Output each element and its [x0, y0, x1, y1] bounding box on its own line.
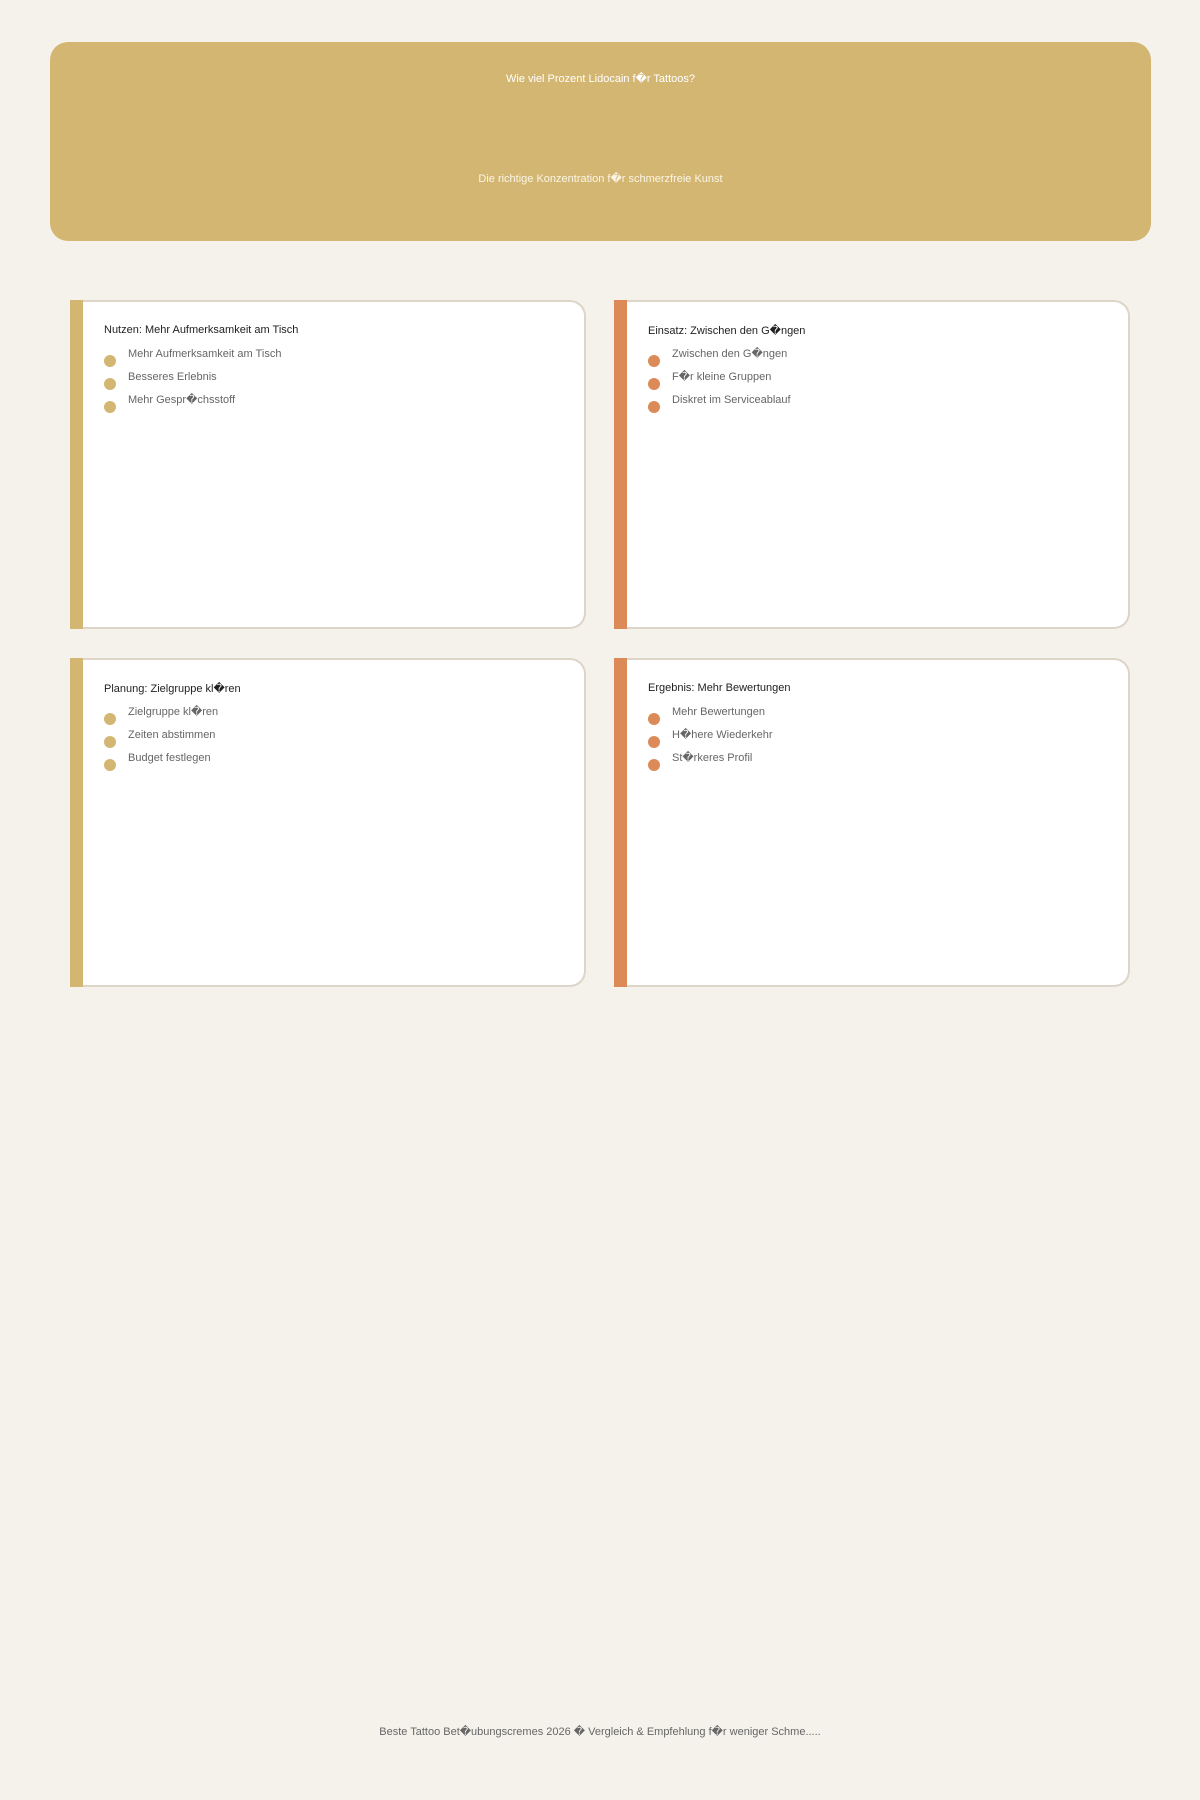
list-item: Budget festlegen — [104, 752, 218, 775]
list-item-label: Mehr Aufmerksamkeit am Tisch — [128, 348, 282, 360]
bullet-dot-icon — [104, 713, 116, 725]
bullet-dot-icon — [648, 759, 660, 771]
card-einsatz: Einsatz: Zwischen den G�ngen Zwischen de… — [614, 300, 1130, 629]
card-accent-bar — [614, 658, 627, 987]
list-item: Mehr Aufmerksamkeit am Tisch — [104, 348, 281, 371]
footer-text: Beste Tattoo Bet�ubungscremes 2026 � Ver… — [379, 1726, 821, 1738]
list-item: Mehr Bewertungen — [648, 706, 773, 729]
bullet-dot-icon — [104, 401, 116, 413]
bullet-dot-icon — [104, 378, 116, 390]
card-accent-bar — [70, 300, 83, 629]
card-list: Mehr Bewertungen H�here Wiederkehr St�rk… — [648, 706, 773, 775]
bullet-dot-icon — [104, 355, 116, 367]
card-nutzen: Nutzen: Mehr Aufmerksamkeit am Tisch Meh… — [70, 300, 586, 629]
list-item: H�here Wiederkehr — [648, 729, 773, 752]
card-list: Zielgruppe kl�ren Zeiten abstimmen Budge… — [104, 706, 218, 775]
list-item-label: Zwischen den G�ngen — [672, 348, 788, 360]
hero-subtitle: Die richtige Konzentration f�r schmerzfr… — [478, 173, 723, 185]
list-item-label: Besseres Erlebnis — [128, 371, 217, 383]
list-item: Besseres Erlebnis — [104, 371, 281, 394]
list-item: Zielgruppe kl�ren — [104, 706, 218, 729]
list-item-label: H�here Wiederkehr — [672, 729, 773, 741]
list-item-label: Diskret im Serviceablauf — [672, 394, 791, 406]
list-item: Diskret im Serviceablauf — [648, 394, 791, 417]
list-item: Zeiten abstimmen — [104, 729, 218, 752]
bullet-dot-icon — [648, 736, 660, 748]
card-accent-bar — [70, 658, 83, 987]
list-item-label: Budget festlegen — [128, 752, 211, 764]
card-title: Einsatz: Zwischen den G�ngen — [648, 325, 806, 337]
list-item-label: St�rkeres Profil — [672, 752, 753, 764]
bullet-dot-icon — [648, 378, 660, 390]
bullet-dot-icon — [648, 355, 660, 367]
list-item: St�rkeres Profil — [648, 752, 773, 775]
bullet-dot-icon — [104, 759, 116, 771]
hero-banner: Wie viel Prozent Lidocain f�r Tattoos? D… — [50, 42, 1151, 241]
card-title: Ergebnis: Mehr Bewertungen — [648, 682, 791, 694]
card-ergebnis: Ergebnis: Mehr Bewertungen Mehr Bewertun… — [614, 658, 1130, 987]
card-title: Nutzen: Mehr Aufmerksamkeit am Tisch — [104, 324, 299, 336]
list-item-label: Zeiten abstimmen — [128, 729, 216, 741]
list-item-label: Mehr Bewertungen — [672, 706, 765, 718]
list-item-label: Zielgruppe kl�ren — [128, 706, 219, 718]
list-item: F�r kleine Gruppen — [648, 371, 791, 394]
card-accent-bar — [614, 300, 627, 629]
list-item: Mehr Gespr�chsstoff — [104, 394, 281, 417]
card-list: Mehr Aufmerksamkeit am Tisch Besseres Er… — [104, 348, 281, 417]
hero-title: Wie viel Prozent Lidocain f�r Tattoos? — [506, 73, 695, 85]
bullet-dot-icon — [104, 736, 116, 748]
list-item-label: F�r kleine Gruppen — [672, 371, 772, 383]
bullet-dot-icon — [648, 713, 660, 725]
list-item: Zwischen den G�ngen — [648, 348, 791, 371]
card-title: Planung: Zielgruppe kl�ren — [104, 683, 241, 695]
bullet-dot-icon — [648, 401, 660, 413]
card-list: Zwischen den G�ngen F�r kleine Gruppen D… — [648, 348, 791, 417]
list-item-label: Mehr Gespr�chsstoff — [128, 394, 236, 406]
card-planung: Planung: Zielgruppe kl�ren Zielgruppe kl… — [70, 658, 586, 987]
